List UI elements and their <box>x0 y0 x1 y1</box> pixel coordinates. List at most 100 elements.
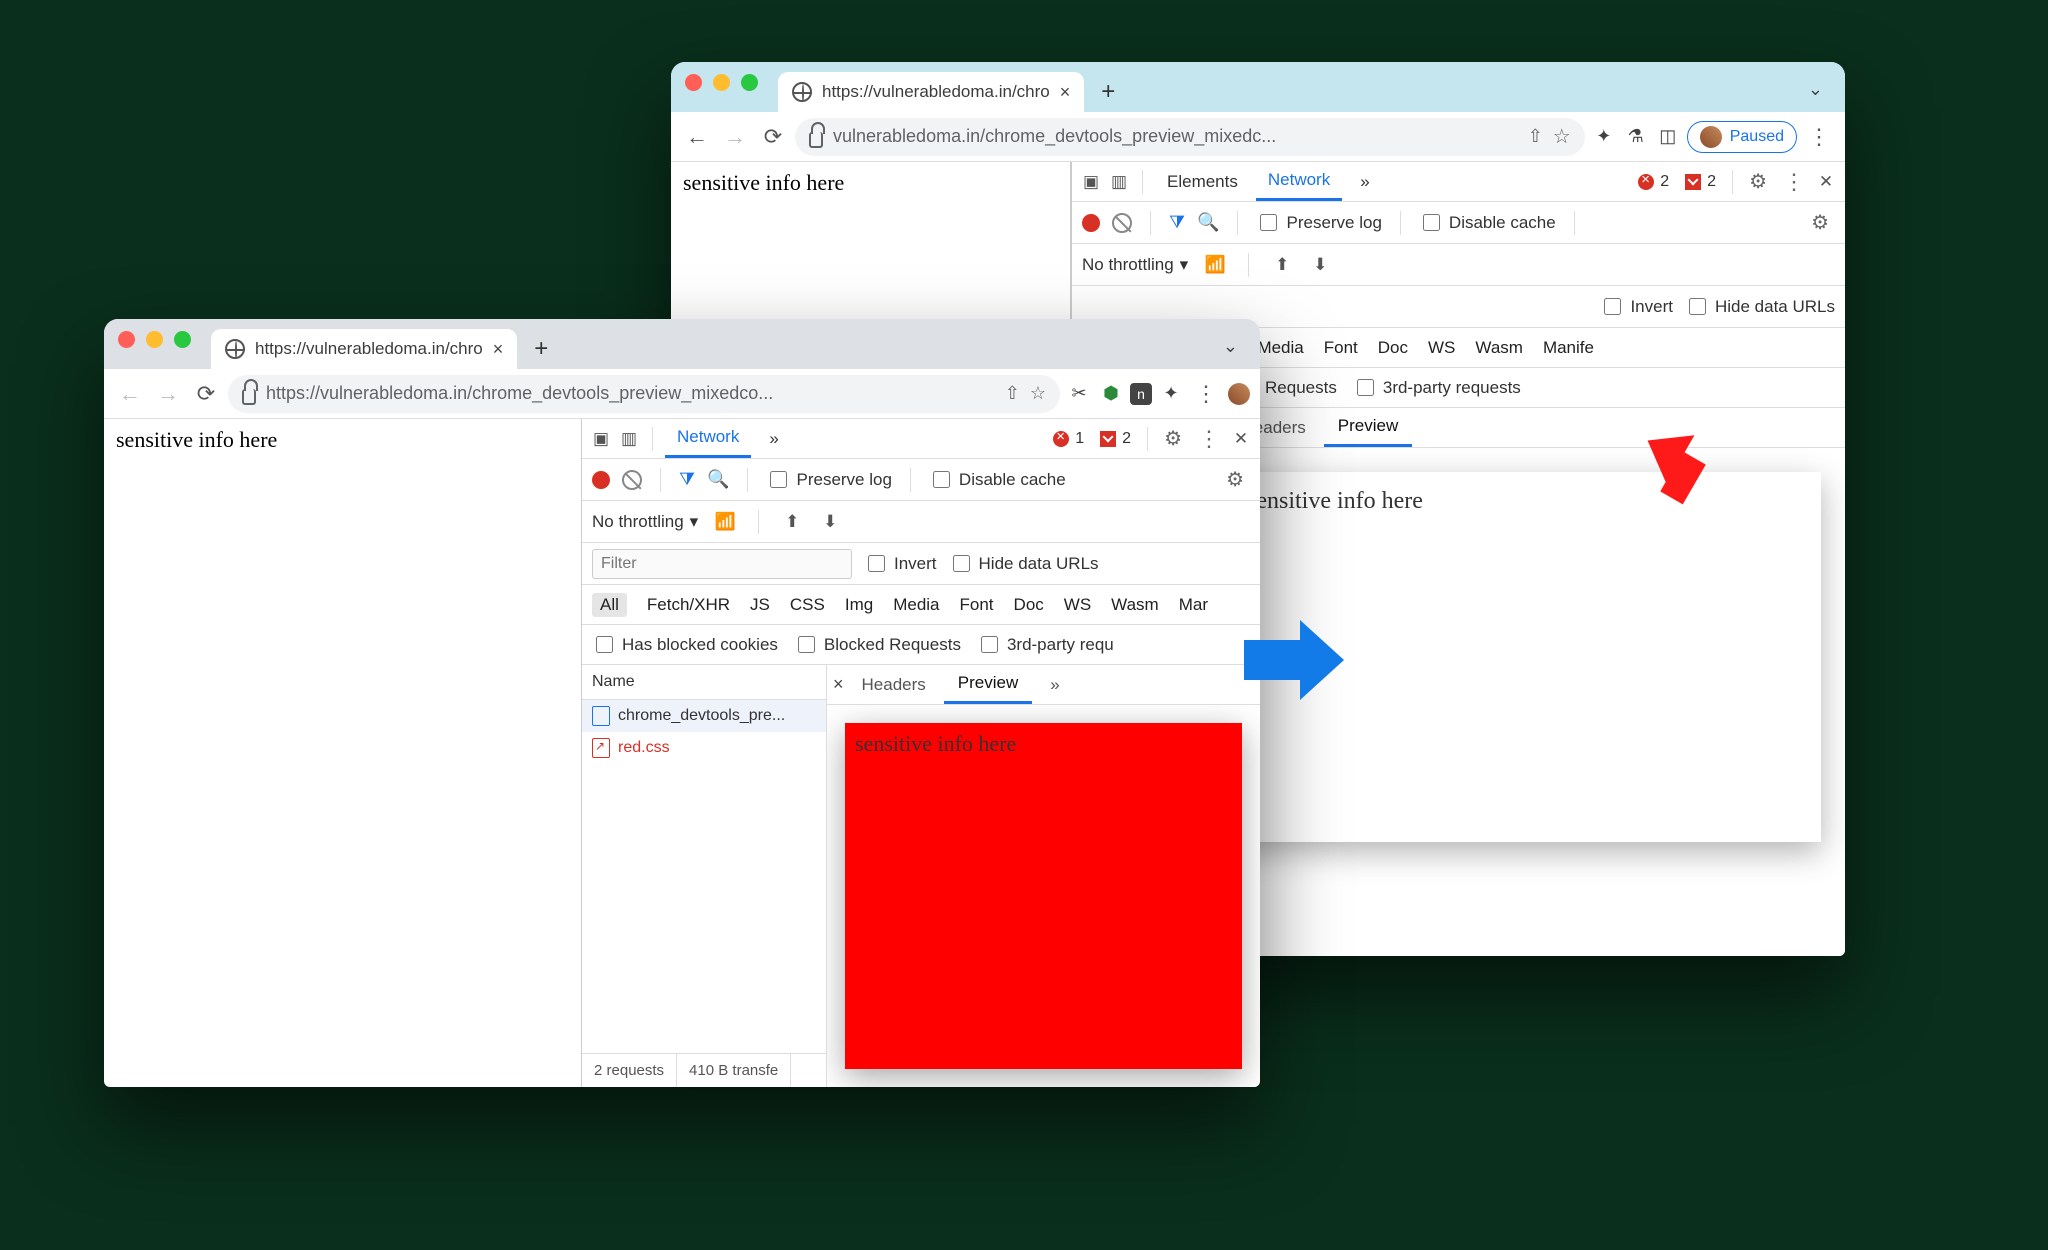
hide-data-urls-checkbox[interactable]: Hide data URLs <box>1685 295 1835 318</box>
record-button[interactable] <box>592 471 610 489</box>
clear-button[interactable] <box>622 470 642 490</box>
filter-input[interactable] <box>592 549 852 579</box>
share-icon[interactable]: ⇧ <box>1528 126 1543 147</box>
download-icon[interactable]: ⬇ <box>819 511 841 533</box>
upload-icon[interactable]: ⬆ <box>781 511 803 533</box>
invert-checkbox[interactable]: Invert <box>1600 295 1673 318</box>
close-window-icon[interactable] <box>685 74 702 91</box>
network-settings-icon[interactable]: ⚙ <box>1805 210 1835 235</box>
type-ws[interactable]: WS <box>1428 338 1455 358</box>
throttling-select[interactable]: No throttling ▾ <box>1082 255 1188 275</box>
issue-count[interactable]: 2 <box>1679 173 1722 191</box>
browser-tab[interactable]: https://vulnerabledoma.in/chro × <box>778 72 1084 112</box>
hide-data-urls-checkbox[interactable]: Hide data URLs <box>949 552 1099 575</box>
profile-paused-button[interactable]: Paused <box>1687 121 1797 153</box>
filter-toggle-icon[interactable]: ⧩ <box>1169 212 1185 233</box>
filter-toggle-icon[interactable]: ⧩ <box>679 469 695 490</box>
new-tab-button[interactable]: + <box>523 331 559 367</box>
chrome-menu-button[interactable]: ⋮ <box>1190 378 1222 410</box>
clear-button[interactable] <box>1112 213 1132 233</box>
request-row[interactable]: chrome_devtools_pre... <box>582 700 826 732</box>
type-all[interactable]: All <box>592 593 627 617</box>
request-row[interactable]: red.css <box>582 732 826 764</box>
share-icon[interactable]: ⇧ <box>1005 383 1020 404</box>
error-count[interactable]: 2 <box>1632 173 1675 191</box>
maximize-window-icon[interactable] <box>741 74 758 91</box>
type-font[interactable]: Font <box>960 595 994 615</box>
blocked-cookies-checkbox[interactable]: Has blocked cookies <box>592 633 778 656</box>
type-font[interactable]: Font <box>1324 338 1358 358</box>
type-media[interactable]: Media <box>1257 338 1303 358</box>
third-party-checkbox[interactable]: 3rd-party requests <box>1353 376 1521 399</box>
name-column-header[interactable]: Name <box>582 665 826 700</box>
forward-button[interactable]: → <box>152 378 184 410</box>
window-controls[interactable] <box>685 74 758 91</box>
network-settings-icon[interactable]: ⚙ <box>1220 467 1250 492</box>
upload-icon[interactable]: ⬆ <box>1271 254 1293 276</box>
back-button[interactable]: ← <box>681 121 713 153</box>
new-tab-button[interactable]: + <box>1090 74 1126 110</box>
bookmark-icon[interactable]: ☆ <box>1553 124 1571 149</box>
type-ws[interactable]: WS <box>1064 595 1091 615</box>
blocked-requests-checkbox[interactable]: Blocked Requests <box>794 633 961 656</box>
scissors-icon[interactable]: ✂ <box>1066 381 1092 407</box>
type-fetchxhr[interactable]: Fetch/XHR <box>647 595 730 615</box>
close-window-icon[interactable] <box>118 331 135 348</box>
address-bar[interactable]: vulnerabledoma.in/chrome_devtools_previe… <box>795 118 1585 156</box>
third-party-checkbox[interactable]: 3rd-party requ <box>977 633 1114 656</box>
search-icon[interactable]: 🔍 <box>1197 212 1219 233</box>
download-icon[interactable]: ⬇ <box>1309 254 1331 276</box>
extension-n-icon[interactable]: n <box>1130 383 1152 405</box>
inspect-icon[interactable]: ▣ <box>590 428 612 450</box>
panel-icon[interactable]: ◫ <box>1655 124 1681 150</box>
close-devtools-icon[interactable]: ✕ <box>1815 171 1837 193</box>
browser-tab[interactable]: https://vulnerabledoma.in/chro × <box>211 329 517 369</box>
issue-count[interactable]: 2 <box>1094 430 1137 448</box>
error-count[interactable]: 1 <box>1047 430 1090 448</box>
preserve-log-checkbox[interactable]: Preserve log <box>1256 211 1381 234</box>
preserve-log-checkbox[interactable]: Preserve log <box>766 468 891 491</box>
record-button[interactable] <box>1082 214 1100 232</box>
close-tab-icon[interactable]: × <box>493 339 504 360</box>
extension-flask-icon[interactable]: ⚗ <box>1623 124 1649 150</box>
disable-cache-checkbox[interactable]: Disable cache <box>929 468 1066 491</box>
close-detail-icon[interactable]: × <box>833 674 844 695</box>
settings-icon[interactable]: ⚙ <box>1158 426 1188 451</box>
reload-button[interactable]: ⟳ <box>190 378 222 410</box>
detail-tab-preview[interactable]: Preview <box>1324 408 1412 447</box>
back-button[interactable]: ← <box>114 378 146 410</box>
type-wasm[interactable]: Wasm <box>1111 595 1159 615</box>
chrome-menu-button[interactable]: ⋮ <box>1803 121 1835 153</box>
profile-avatar[interactable] <box>1228 383 1250 405</box>
throttling-select[interactable]: No throttling ▾ <box>592 512 698 532</box>
type-media[interactable]: Media <box>893 595 939 615</box>
close-devtools-icon[interactable]: ✕ <box>1230 428 1252 450</box>
tab-network[interactable]: Network <box>1256 162 1342 201</box>
extension-icon[interactable]: ⬢ <box>1098 381 1124 407</box>
extensions-icon[interactable]: ✦ <box>1591 124 1617 150</box>
device-toggle-icon[interactable]: ▥ <box>618 428 640 450</box>
tab-list-button[interactable]: ⌄ <box>1808 79 1823 100</box>
devtools-menu-icon[interactable]: ⋮ <box>1192 426 1226 452</box>
forward-button[interactable]: → <box>719 121 751 153</box>
type-doc[interactable]: Doc <box>1378 338 1408 358</box>
settings-icon[interactable]: ⚙ <box>1743 169 1773 194</box>
device-toggle-icon[interactable]: ▥ <box>1108 171 1130 193</box>
wifi-icon[interactable]: 📶 <box>714 511 736 533</box>
maximize-window-icon[interactable] <box>174 331 191 348</box>
type-img[interactable]: Img <box>845 595 873 615</box>
type-js[interactable]: JS <box>750 595 770 615</box>
close-tab-icon[interactable]: × <box>1060 82 1071 103</box>
extensions-icon[interactable]: ✦ <box>1158 381 1184 407</box>
type-wasm[interactable]: Wasm <box>1475 338 1523 358</box>
type-css[interactable]: CSS <box>790 595 825 615</box>
tab-list-button[interactable]: ⌄ <box>1223 336 1238 357</box>
inspect-icon[interactable]: ▣ <box>1080 171 1102 193</box>
address-bar[interactable]: https://vulnerabledoma.in/chrome_devtool… <box>228 375 1060 413</box>
disable-cache-checkbox[interactable]: Disable cache <box>1419 211 1556 234</box>
minimize-window-icon[interactable] <box>146 331 163 348</box>
tab-network[interactable]: Network <box>665 419 751 458</box>
tab-elements[interactable]: Elements <box>1155 162 1250 201</box>
bookmark-icon[interactable]: ☆ <box>1030 383 1046 404</box>
invert-checkbox[interactable]: Invert <box>864 552 937 575</box>
